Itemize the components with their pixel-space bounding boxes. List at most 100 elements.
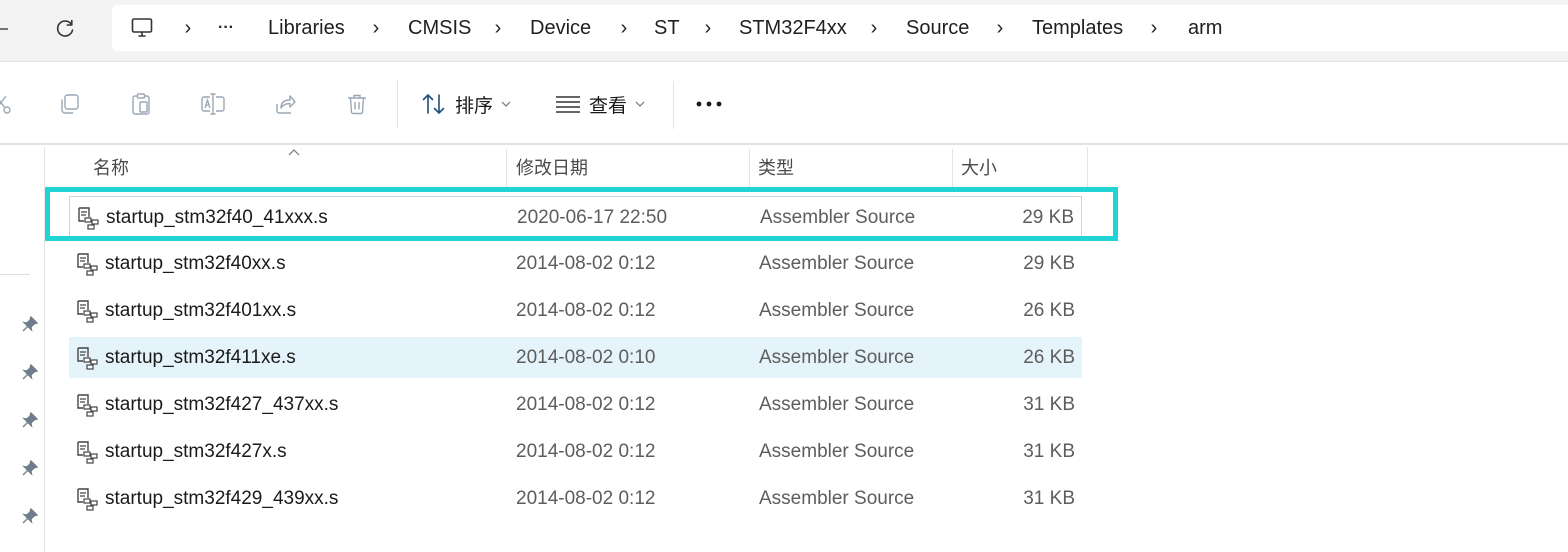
view-label: 查看 bbox=[589, 95, 628, 117]
file-modified: 2014-08-02 0:12 bbox=[516, 440, 656, 462]
more-options-button[interactable] bbox=[692, 89, 726, 119]
this-pc-button[interactable] bbox=[130, 5, 154, 51]
file-row[interactable]: startup_stm32f40xx.s 2014-08-02 0:12 Ass… bbox=[69, 243, 1082, 284]
breadcrumb-arm[interactable]: arm bbox=[1188, 5, 1222, 51]
breadcrumb-device[interactable]: Device bbox=[530, 5, 591, 51]
overflow-dots: ··· bbox=[218, 19, 234, 36]
assembler-file-icon bbox=[77, 347, 98, 370]
sort-ascending-icon bbox=[288, 149, 300, 156]
rename-icon bbox=[201, 93, 225, 115]
file-size: 29 KB bbox=[1022, 206, 1074, 228]
rename-button[interactable] bbox=[198, 89, 228, 119]
copy-button[interactable] bbox=[54, 89, 84, 119]
file-size: 31 KB bbox=[1023, 487, 1075, 509]
column-divider bbox=[1087, 147, 1088, 187]
file-size: 29 KB bbox=[1023, 252, 1075, 274]
cut-button[interactable] bbox=[0, 89, 16, 119]
address-box[interactable]: › ··· Libraries › CMSIS › Device › ST › bbox=[112, 5, 1568, 51]
nav-separator bbox=[0, 274, 30, 275]
file-name: startup_stm32f401xx.s bbox=[105, 299, 297, 321]
delete-button[interactable] bbox=[342, 89, 372, 119]
file-size: 31 KB bbox=[1023, 393, 1075, 415]
assembler-file-icon bbox=[77, 300, 98, 323]
file-type: Assembler Source bbox=[759, 487, 915, 509]
toolbar-divider bbox=[397, 81, 398, 129]
breadcrumb-stm32f4xx[interactable]: STM32F4xx bbox=[739, 5, 847, 51]
column-header-name[interactable]: 名称 bbox=[93, 147, 129, 187]
chevron-down-icon bbox=[635, 101, 645, 107]
file-row[interactable]: startup_stm32f429_439xx.s 2014-08-02 0:1… bbox=[69, 478, 1082, 519]
command-bar: 排序 查看 bbox=[0, 63, 1568, 145]
breadcrumb-separator[interactable]: › bbox=[364, 5, 388, 51]
monitor-icon bbox=[131, 18, 153, 37]
refresh-button[interactable] bbox=[48, 12, 82, 46]
file-row[interactable]: startup_stm32f411xe.s 2014-08-02 0:10 As… bbox=[69, 337, 1082, 378]
paste-button[interactable] bbox=[126, 89, 156, 119]
file-modified: 2020-06-17 22:50 bbox=[517, 206, 668, 228]
refresh-icon bbox=[56, 19, 74, 37]
breadcrumb-separator[interactable]: › bbox=[988, 5, 1012, 51]
file-row[interactable]: startup_stm32f427x.s 2014-08-02 0:12 Ass… bbox=[69, 431, 1082, 472]
navigation-pane bbox=[0, 147, 45, 552]
file-size: 31 KB bbox=[1023, 440, 1075, 462]
view-button[interactable]: 查看 bbox=[555, 87, 645, 121]
column-divider[interactable] bbox=[506, 149, 507, 187]
breadcrumb-separator[interactable]: › bbox=[176, 5, 200, 51]
toolbar-divider bbox=[673, 81, 674, 129]
breadcrumb-libraries[interactable]: Libraries bbox=[268, 5, 345, 51]
file-name: startup_stm32f40xx.s bbox=[105, 252, 286, 274]
cut-icon bbox=[0, 95, 11, 114]
breadcrumb-templates[interactable]: Templates bbox=[1032, 5, 1123, 51]
file-name: startup_stm32f411xe.s bbox=[105, 346, 296, 368]
file-row[interactable]: startup_stm32f401xx.s 2014-08-02 0:12 As… bbox=[69, 290, 1082, 331]
delete-icon bbox=[348, 94, 366, 115]
breadcrumb-st[interactable]: ST bbox=[654, 5, 680, 51]
column-divider[interactable] bbox=[749, 149, 750, 187]
file-size: 26 KB bbox=[1023, 346, 1075, 368]
breadcrumb-separator[interactable]: › bbox=[696, 5, 720, 51]
file-modified: 2014-08-02 0:12 bbox=[516, 487, 656, 509]
file-modified: 2014-08-02 0:12 bbox=[516, 393, 656, 415]
sort-button[interactable]: 排序 bbox=[421, 87, 511, 121]
file-name: startup_stm32f429_439xx.s bbox=[105, 487, 339, 509]
breadcrumb-separator[interactable]: › bbox=[486, 5, 510, 51]
column-header-modified[interactable]: 修改日期 bbox=[516, 147, 588, 187]
assembler-file-icon bbox=[77, 488, 98, 511]
breadcrumb-cmsis[interactable]: CMSIS bbox=[408, 5, 471, 51]
pin-icon[interactable] bbox=[21, 507, 39, 525]
file-modified: 2014-08-02 0:12 bbox=[516, 299, 656, 321]
back-arrow-icon[interactable] bbox=[0, 12, 14, 46]
file-size: 26 KB bbox=[1023, 299, 1075, 321]
pin-icon[interactable] bbox=[21, 459, 39, 477]
paste-icon bbox=[132, 93, 150, 115]
share-button[interactable] bbox=[270, 89, 300, 119]
column-header-type[interactable]: 类型 bbox=[758, 147, 794, 187]
file-modified: 2014-08-02 0:12 bbox=[516, 252, 656, 274]
pin-icon[interactable] bbox=[21, 363, 39, 381]
sort-icon bbox=[422, 94, 445, 114]
breadcrumb-overflow-button[interactable]: ··· bbox=[218, 5, 234, 51]
file-modified: 2014-08-02 0:10 bbox=[516, 346, 656, 368]
file-row[interactable]: startup_stm32f427_437xx.s 2014-08-02 0:1… bbox=[69, 384, 1082, 425]
file-name: startup_stm32f427_437xx.s bbox=[105, 393, 339, 415]
file-name: startup_stm32f427x.s bbox=[105, 440, 287, 462]
pin-icon[interactable] bbox=[21, 315, 39, 333]
assembler-file-icon bbox=[77, 441, 98, 464]
pin-icon[interactable] bbox=[21, 411, 39, 429]
sort-label: 排序 bbox=[455, 95, 494, 117]
chevron-down-icon bbox=[501, 101, 511, 107]
assembler-file-icon bbox=[77, 394, 98, 417]
column-divider[interactable] bbox=[952, 149, 953, 187]
column-header-size[interactable]: 大小 bbox=[961, 147, 997, 187]
breadcrumb-separator[interactable]: › bbox=[1142, 5, 1166, 51]
breadcrumb-source[interactable]: Source bbox=[906, 5, 969, 51]
file-type: Assembler Source bbox=[760, 206, 916, 228]
file-type: Assembler Source bbox=[759, 393, 915, 415]
column-headers: 名称 修改日期 类型 大小 bbox=[46, 147, 1088, 187]
breadcrumb-separator[interactable]: › bbox=[862, 5, 886, 51]
view-list-icon bbox=[556, 96, 580, 113]
breadcrumb-separator[interactable]: › bbox=[612, 5, 636, 51]
file-row[interactable]: startup_stm32f40_41xxx.s 2020-06-17 22:5… bbox=[69, 196, 1082, 237]
file-name: startup_stm32f40_41xxx.s bbox=[106, 206, 328, 228]
assembler-file-icon bbox=[77, 253, 98, 276]
